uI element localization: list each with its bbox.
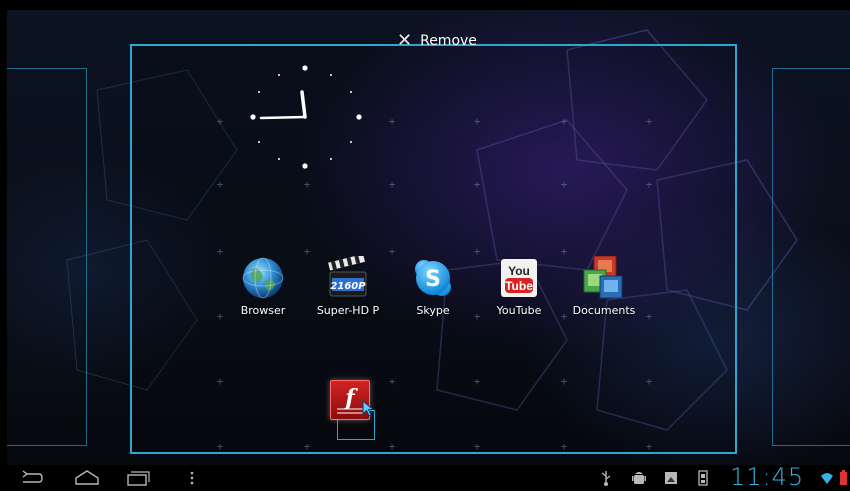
grid-marker: +: [473, 178, 481, 191]
app-label: Skype: [416, 304, 450, 317]
svg-text:Tube: Tube: [505, 279, 533, 293]
youtube-icon: You Tube: [497, 256, 541, 300]
minute-hand: [259, 115, 307, 120]
battery-icon[interactable]: [838, 470, 848, 486]
grid-marker: +: [303, 178, 311, 191]
grid-marker: +: [560, 178, 568, 191]
svg-text:2160P: 2160P: [330, 281, 366, 292]
grid-marker: +: [216, 178, 224, 191]
grid-marker: +: [560, 440, 568, 453]
remove-drop-zone[interactable]: ✕ Remove: [397, 28, 477, 54]
app-label: YouTube: [496, 304, 542, 317]
globe-icon: [241, 256, 285, 300]
mouse-cursor-icon: [362, 400, 375, 417]
menu-button[interactable]: [186, 467, 198, 489]
back-button[interactable]: [18, 467, 44, 489]
analog-clock-widget[interactable]: [247, 58, 377, 178]
screenshot-icon[interactable]: [664, 470, 678, 486]
recent-apps-icon: [127, 471, 150, 486]
sd-card-icon[interactable]: [697, 470, 709, 486]
app-youtube[interactable]: You Tube YouTube: [480, 256, 558, 317]
skype-icon: S: [411, 256, 455, 300]
grid-marker: +: [560, 115, 568, 128]
grid-marker: +: [473, 375, 481, 388]
app-label: Super-HD P: [316, 304, 380, 317]
grid-marker: +: [473, 115, 481, 128]
grid-marker: +: [645, 115, 653, 128]
clapperboard-icon: 2160P: [326, 254, 370, 300]
recent-apps-button[interactable]: [124, 467, 152, 489]
close-icon: ✕: [397, 30, 413, 51]
grid-marker: +: [473, 440, 481, 453]
overflow-menu-icon: [190, 471, 194, 485]
svg-text:f: f: [343, 385, 358, 411]
usb-icon[interactable]: [600, 470, 612, 486]
wifi-icon[interactable]: [820, 470, 834, 486]
right-page-preview[interactable]: [772, 68, 850, 446]
grid-marker: +: [216, 115, 224, 128]
grid-marker: +: [303, 440, 311, 453]
grid-marker: +: [388, 178, 396, 191]
app-documents[interactable]: Documents: [565, 255, 643, 317]
svg-text:S: S: [425, 267, 441, 292]
grid-marker: +: [645, 440, 653, 453]
app-super-hd-player[interactable]: 2160P Super-HD P: [309, 254, 387, 317]
grid-marker: +: [388, 115, 396, 128]
app-label: Browser: [240, 304, 286, 317]
grid-marker: +: [645, 178, 653, 191]
app-skype[interactable]: S Skype: [394, 256, 472, 317]
android-debug-icon[interactable]: [632, 470, 646, 486]
remove-label: Remove: [420, 33, 477, 49]
app-label: Documents: [572, 304, 636, 317]
grid-marker: +: [645, 310, 653, 323]
hour-hand: [300, 90, 307, 119]
svg-text:You: You: [508, 264, 530, 278]
system-bar: 11:45: [0, 463, 850, 491]
grid-marker: +: [216, 440, 224, 453]
left-page-preview[interactable]: [7, 68, 87, 446]
home-button[interactable]: [72, 467, 102, 489]
grid-marker: +: [388, 375, 396, 388]
back-icon: [22, 470, 43, 483]
status-clock[interactable]: 11:45: [730, 463, 804, 491]
app-browser[interactable]: Browser: [224, 256, 302, 317]
grid-marker: +: [560, 375, 568, 388]
home-icon: [75, 470, 99, 485]
grid-marker: +: [216, 375, 224, 388]
documents-icon: [582, 255, 626, 300]
home-screen: + + + + + + + + + + + + + + + + + + + + …: [7, 10, 850, 465]
grid-marker: +: [388, 440, 396, 453]
grid-marker: +: [645, 375, 653, 388]
